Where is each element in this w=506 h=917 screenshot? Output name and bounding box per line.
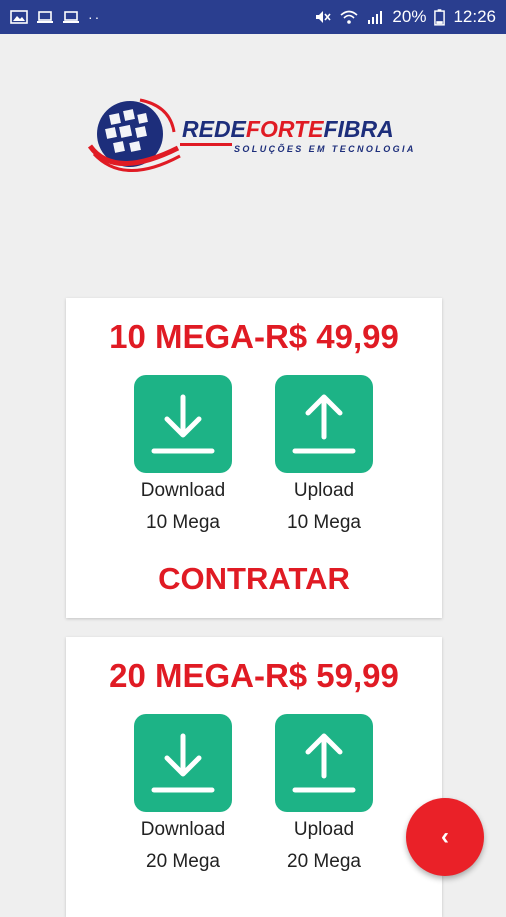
download-icon: [151, 733, 215, 793]
back-fab-button[interactable]: ‹: [406, 798, 484, 876]
upload-tile: [275, 375, 373, 473]
wifi-icon: [340, 10, 358, 24]
laptop-icon: [37, 11, 53, 23]
plan-card: 10 MEGA-R$ 49,99 Download 10 Mega Upload…: [66, 298, 442, 618]
upload-label: Upload: [293, 480, 355, 501]
brand-rede: REDE: [182, 116, 246, 142]
brand-name: REDEFORTEFIBRA: [182, 116, 394, 143]
status-bar: ·· 20% 12:26: [0, 0, 506, 34]
contratar-button[interactable]: CONTRATAR: [66, 561, 442, 597]
download-tile: [134, 375, 232, 473]
download-speed: 20 Mega: [146, 851, 220, 872]
brand-fibra: FIBRA: [323, 116, 394, 142]
mute-icon: [316, 11, 332, 23]
status-bar-left: ··: [10, 9, 101, 25]
upload-speed: 20 Mega: [287, 851, 361, 872]
chevron-left-icon: ‹: [441, 823, 449, 850]
download-label: Download: [140, 819, 226, 840]
gallery-icon: [10, 10, 28, 24]
upload-tile: [275, 714, 373, 812]
signal-icon: [368, 11, 383, 24]
battery-percent: 20%: [392, 7, 427, 26]
download-tile: [134, 714, 232, 812]
download-speed: 10 Mega: [146, 512, 220, 533]
upload-icon: [292, 394, 356, 454]
upload-label: Upload: [293, 819, 355, 840]
status-bar-right: 20% 12:26: [314, 7, 496, 27]
battery-icon: [434, 8, 446, 26]
upload-speed: 10 Mega: [287, 512, 361, 533]
plan-card: 20 MEGA-R$ 59,99 Download 20 Mega Upload…: [66, 637, 442, 917]
globe-logo-icon: [87, 98, 181, 172]
brand-tagline: SOLUÇÕES EM TECNOLOGIA: [234, 144, 416, 154]
brand-logo: REDEFORTEFIBRA SOLUÇÕES EM TECNOLOGIA: [84, 96, 429, 182]
brand-forte: FORTE: [245, 116, 324, 142]
more-notifications-icon: ··: [88, 9, 102, 25]
clock: 12:26: [453, 7, 496, 26]
plan-title: 10 MEGA-R$ 49,99: [109, 318, 399, 355]
laptop-icon-2: [63, 11, 79, 23]
plan-title: 20 MEGA-R$ 59,99: [109, 657, 399, 694]
download-label: Download: [140, 480, 226, 501]
upload-icon: [292, 733, 356, 793]
download-icon: [151, 394, 215, 454]
